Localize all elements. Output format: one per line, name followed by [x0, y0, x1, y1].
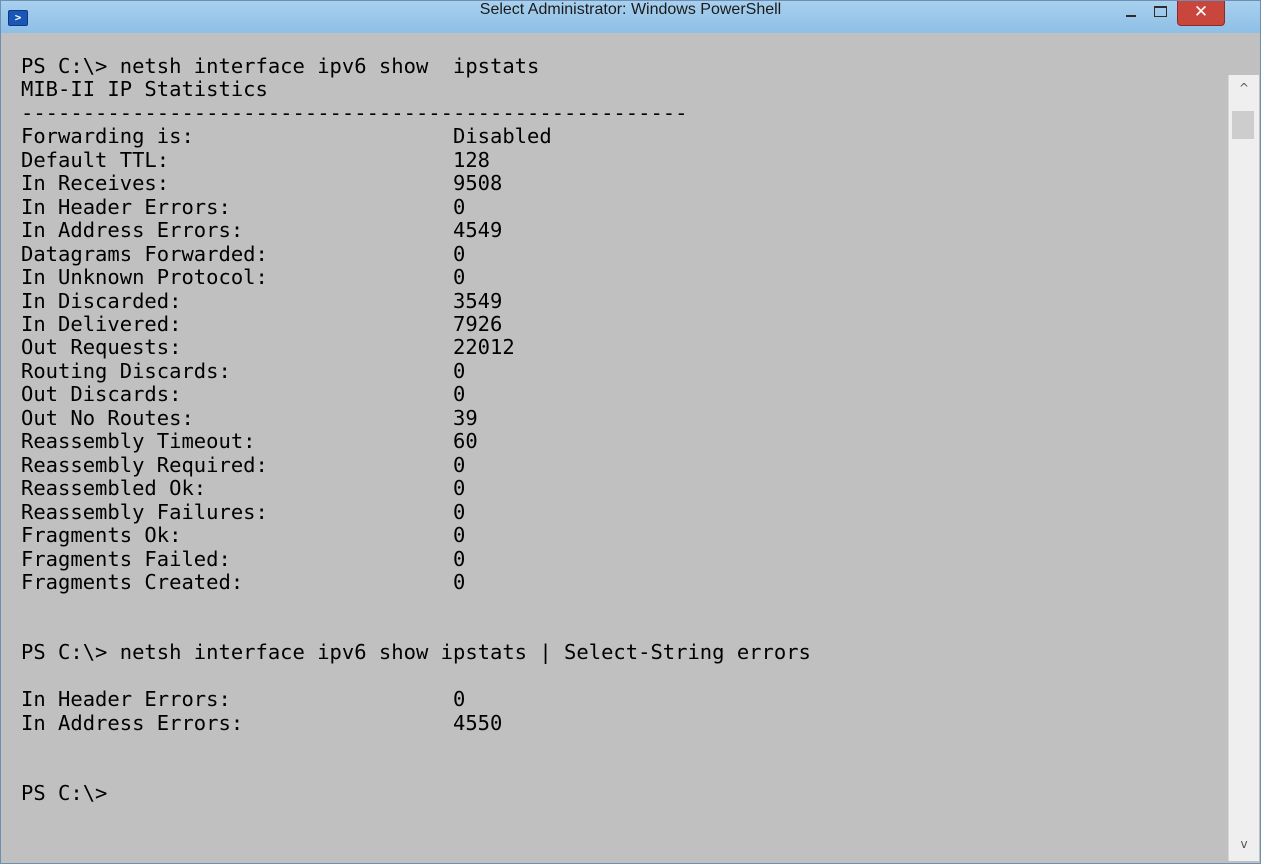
console-line: In Address Errors: 4550	[21, 710, 503, 735]
console-line: In Unknown Protocol: 0	[21, 265, 466, 290]
console-line: Out Requests: 22012	[21, 335, 515, 360]
minimize-icon	[1126, 15, 1136, 17]
console-area[interactable]: PS C:\> netsh interface ipv6 show ipstat…	[9, 33, 1226, 861]
console-line: Forwarding is: Disabled	[21, 124, 552, 149]
minimize-button[interactable]	[1118, 1, 1144, 25]
console-line: Datagrams Forwarded: 0	[21, 241, 466, 266]
maximize-icon	[1154, 6, 1167, 17]
console-line: PS C:\>	[21, 781, 108, 806]
powershell-window: > Select Administrator: Windows PowerShe…	[0, 0, 1261, 864]
console-line: Out No Routes: 39	[21, 405, 478, 430]
console-line: Reassembled Ok: 0	[21, 476, 466, 501]
console-line: Fragments Failed: 0	[21, 546, 466, 571]
console-line: PS C:\> netsh interface ipv6 show ipstat…	[21, 640, 811, 665]
console-line: In Delivered: 7926	[21, 311, 503, 336]
console-line: Out Discards: 0	[21, 382, 466, 407]
console-line: In Receives: 9508	[21, 171, 503, 196]
console-line: In Discarded: 3549	[21, 288, 503, 313]
scroll-up-icon[interactable]: ^	[1229, 81, 1259, 101]
console-line: In Header Errors: 0	[21, 687, 466, 712]
console-line: MIB-II IP Statistics	[21, 77, 268, 102]
close-button[interactable]: ✕	[1177, 1, 1225, 26]
console-line: Fragments Created: 0	[21, 569, 466, 594]
scroll-thumb[interactable]	[1232, 111, 1254, 139]
console-line: In Address Errors: 4549	[21, 218, 503, 243]
window-title: Select Administrator: Windows PowerShell	[479, 1, 782, 18]
console-output[interactable]: PS C:\> netsh interface ipv6 show ipstat…	[21, 54, 811, 806]
scroll-down-icon[interactable]: v	[1229, 837, 1259, 857]
console-line: Fragments Ok: 0	[21, 523, 466, 548]
maximize-button[interactable]	[1147, 1, 1173, 25]
title-bar[interactable]: > Select Administrator: Windows PowerShe…	[1, 1, 1260, 33]
console-line: Routing Discards: 0	[21, 358, 466, 383]
console-line: ----------------------------------------…	[21, 100, 688, 125]
console-line: Default TTL: 128	[21, 147, 490, 172]
console-line: Reassembly Failures: 0	[21, 499, 466, 524]
console-line: In Header Errors: 0	[21, 194, 466, 219]
console-line: PS C:\> netsh interface ipv6 show ipstat…	[21, 54, 540, 78]
close-icon: ✕	[1193, 2, 1209, 22]
vertical-scrollbar[interactable]: ^ v	[1228, 75, 1259, 861]
console-line: Reassembly Required: 0	[21, 452, 466, 477]
console-line: Reassembly Timeout: 60	[21, 429, 478, 454]
